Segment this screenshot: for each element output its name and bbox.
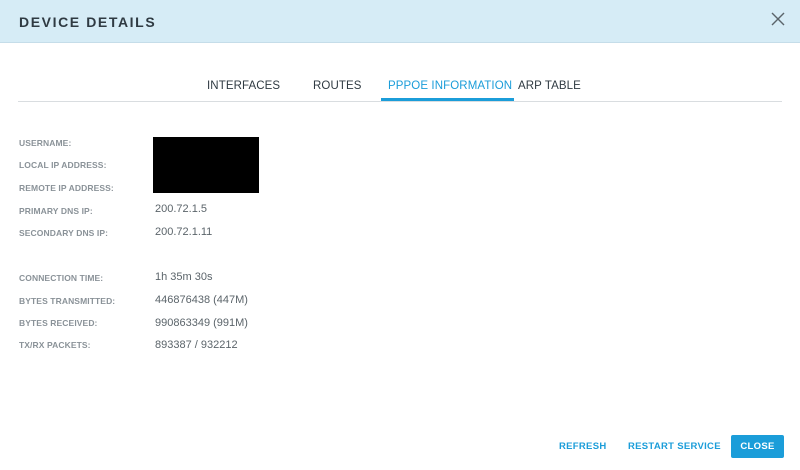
connection-time-value: 1h 35m 30s bbox=[155, 271, 213, 283]
bytes-received-value: 990863349 (991M) bbox=[155, 317, 248, 329]
bytes-transmitted-value: 446876438 (447M) bbox=[155, 294, 248, 306]
dialog-header: DEVICE DETAILS bbox=[0, 0, 800, 43]
refresh-button[interactable]: REFRESH bbox=[559, 441, 607, 452]
primary-dns-label: PRIMARY DNS IP: bbox=[19, 206, 93, 216]
tab-routes[interactable]: ROUTES bbox=[313, 80, 362, 92]
primary-dns-value: 200.72.1.5 bbox=[155, 203, 207, 215]
local-ip-label: LOCAL IP ADDRESS: bbox=[19, 160, 107, 170]
tabs-divider bbox=[18, 101, 782, 102]
tab-interfaces[interactable]: INTERFACES bbox=[207, 80, 280, 92]
secondary-dns-value: 200.72.1.11 bbox=[155, 226, 213, 238]
dialog-title: DEVICE DETAILS bbox=[19, 14, 157, 30]
tab-pppoe-information[interactable]: PPPOE INFORMATION bbox=[388, 80, 512, 92]
restart-service-button[interactable]: RESTART SERVICE bbox=[628, 441, 721, 452]
tab-arp-table[interactable]: ARP TABLE bbox=[518, 80, 581, 92]
tx-rx-packets-label: TX/RX PACKETS: bbox=[19, 340, 91, 350]
remote-ip-label: REMOTE IP ADDRESS: bbox=[19, 183, 114, 193]
secondary-dns-label: SECONDARY DNS IP: bbox=[19, 228, 109, 238]
bytes-received-label: BYTES RECEIVED: bbox=[19, 318, 98, 328]
close-button[interactable]: CLOSE bbox=[731, 435, 784, 458]
tx-rx-packets-value: 893387 / 932212 bbox=[155, 339, 238, 351]
redacted-values bbox=[153, 137, 259, 193]
device-details-dialog: DEVICE DETAILS INTERFACES ROUTES PPPOE I… bbox=[0, 0, 800, 470]
close-icon[interactable] bbox=[766, 8, 790, 32]
connection-time-label: CONNECTION TIME: bbox=[19, 273, 104, 283]
username-label: USERNAME: bbox=[19, 138, 72, 148]
bytes-transmitted-label: BYTES TRANSMITTED: bbox=[19, 296, 116, 306]
